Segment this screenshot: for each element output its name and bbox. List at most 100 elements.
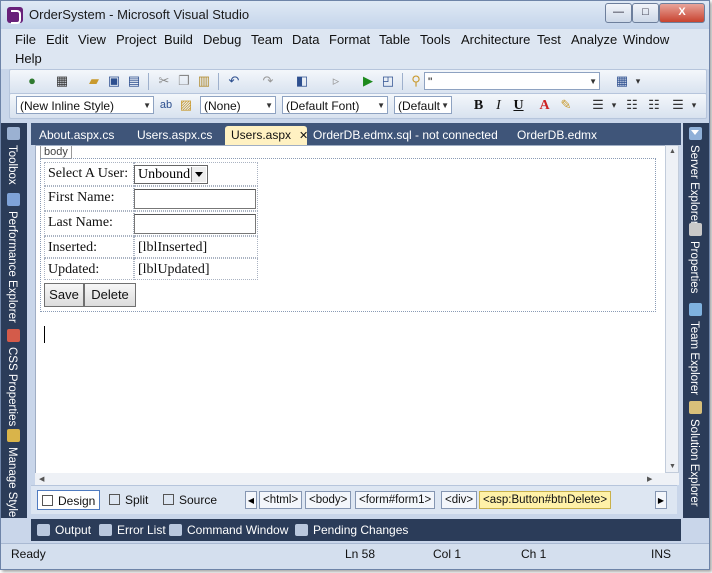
vertical-scrollbar[interactable]: ▲ ▼ xyxy=(665,145,679,473)
font-color-button[interactable]: A xyxy=(536,97,553,114)
numbered-list-icon[interactable]: ☷ xyxy=(646,97,662,113)
design-view-button[interactable]: Design xyxy=(37,490,101,510)
scroll-right-icon[interactable]: ▶ xyxy=(647,475,652,483)
start-debugging-icon[interactable]: ▶ xyxy=(360,73,376,89)
pending-changes-tab[interactable]: Pending Changes xyxy=(295,522,408,538)
font-size-combo[interactable]: (Default ▼ xyxy=(394,96,452,114)
menu-help[interactable]: Help xyxy=(15,51,42,66)
breadcrumb-body[interactable]: <body> xyxy=(305,491,352,509)
toolbar-options-icon[interactable]: ▾ xyxy=(686,97,702,113)
menu-project[interactable]: Project xyxy=(116,32,156,47)
menu-test[interactable]: Test xyxy=(537,32,561,47)
navigate-backward-icon[interactable]: ◧ xyxy=(294,73,310,89)
highlight-icon[interactable]: ✎ xyxy=(558,97,574,113)
save-all-icon[interactable]: ▤ xyxy=(126,73,142,89)
justify-icon[interactable]: ☰ xyxy=(590,97,606,113)
scroll-left-icon[interactable]: ◀ xyxy=(39,475,44,483)
menu-architecture[interactable]: Architecture xyxy=(461,32,530,47)
bold-button[interactable]: B xyxy=(470,97,487,114)
menu-view[interactable]: View xyxy=(78,32,106,47)
italic-button[interactable]: I xyxy=(490,97,507,114)
bulleted-list-icon[interactable]: ☷ xyxy=(624,97,640,113)
tag-nav-right-icon[interactable]: ▶ xyxy=(655,491,667,509)
server-explorer-tab[interactable]: Server Explorer xyxy=(683,127,709,225)
scroll-down-icon[interactable]: ▼ xyxy=(669,463,676,470)
tab-users-aspx-cs[interactable]: Users.aspx.cs xyxy=(137,126,212,145)
design-surface[interactable]: body Select A User: Unbound First Name: … xyxy=(35,145,667,475)
find-combo[interactable]: " ▼ xyxy=(424,72,600,90)
team-explorer-tab[interactable]: Team Explorer xyxy=(683,303,709,399)
close-button[interactable]: X xyxy=(659,3,705,23)
redo-icon[interactable]: ↷ xyxy=(260,73,276,89)
css-properties-tab[interactable]: CSS Properties xyxy=(1,329,27,427)
menu-data[interactable]: Data xyxy=(292,32,319,47)
command-window-tab[interactable]: Command Window xyxy=(169,522,288,538)
manage-style-tab[interactable]: Manage Style xyxy=(1,429,27,517)
error-list-tab[interactable]: Error List xyxy=(99,522,166,538)
open-file-icon[interactable]: ▰ xyxy=(86,73,102,89)
close-tab-icon[interactable]: ✕ xyxy=(299,130,308,142)
menu-bar: File Edit View Project Build Debug Team … xyxy=(1,29,709,69)
delete-button[interactable]: Delete xyxy=(84,283,136,307)
tab-orderdb-edmx-sql[interactable]: OrderDB.edmx.sql - not connected xyxy=(313,126,498,145)
menu-window[interactable]: Window xyxy=(623,32,669,47)
menu-team[interactable]: Team xyxy=(251,32,283,47)
css-properties-tab-label: CSS Properties xyxy=(6,347,18,427)
toolbox-tab[interactable]: Toolbox xyxy=(1,127,27,191)
font-combo-value: (Default Font) xyxy=(286,99,360,113)
apply-style-icon[interactable]: ab xyxy=(158,97,174,113)
tag-nav-left-icon[interactable]: ◀ xyxy=(245,491,257,509)
find-in-files-icon[interactable]: ◰ xyxy=(380,73,396,89)
indent-icon[interactable]: ☰ xyxy=(670,97,686,113)
menu-table[interactable]: Table xyxy=(379,32,410,47)
first-name-field[interactable] xyxy=(134,189,256,209)
tab-about-aspx-cs[interactable]: About.aspx.cs xyxy=(39,126,114,145)
split-view-button[interactable]: Split xyxy=(109,490,148,510)
toolbar-options-icon[interactable]: ▾ xyxy=(630,73,646,89)
target-rule-icon[interactable]: ▨ xyxy=(178,97,194,113)
breadcrumb-btn-delete[interactable]: <asp:Button#btnDelete> xyxy=(479,491,612,509)
save-button[interactable]: Save xyxy=(44,283,84,307)
undo-icon[interactable]: ↶ xyxy=(226,73,242,89)
menu-analyze[interactable]: Analyze xyxy=(571,32,617,47)
cut-icon[interactable]: ✂ xyxy=(156,73,172,89)
menu-tools[interactable]: Tools xyxy=(420,32,450,47)
output-tab[interactable]: Output xyxy=(37,522,91,538)
tab-users-aspx[interactable]: Users.aspx ✕ xyxy=(225,126,308,145)
performance-explorer-tab[interactable]: Performance Explorer xyxy=(1,193,27,329)
properties-tab[interactable]: Properties xyxy=(683,223,709,301)
font-combo[interactable]: (Default Font) ▼ xyxy=(282,96,388,114)
paste-icon[interactable]: ▥ xyxy=(196,73,212,89)
menu-debug[interactable]: Debug xyxy=(203,32,241,47)
justify-dropdown-icon[interactable]: ▾ xyxy=(606,97,622,113)
last-name-field[interactable] xyxy=(134,214,256,234)
class-combo[interactable]: (None) ▼ xyxy=(200,96,276,114)
scroll-up-icon[interactable]: ▲ xyxy=(669,148,676,155)
horizontal-scrollbar[interactable]: ◀ ▶ xyxy=(35,473,679,485)
menu-edit[interactable]: Edit xyxy=(46,32,68,47)
active-files-dropdown-icon[interactable] xyxy=(691,130,699,135)
design-view-label: Design xyxy=(58,494,96,508)
solution-explorer-icon[interactable]: ▦ xyxy=(614,73,630,89)
menu-build[interactable]: Build xyxy=(164,32,193,47)
tab-orderdb-edmx[interactable]: OrderDB.edmx xyxy=(517,126,597,145)
maximize-button[interactable]: □ xyxy=(632,3,659,23)
solution-explorer-tab[interactable]: Solution Explorer xyxy=(683,401,709,513)
breadcrumb-div[interactable]: <div> xyxy=(441,491,478,509)
breadcrumb-html[interactable]: <html> xyxy=(259,491,303,509)
style-combo[interactable]: (New Inline Style) ▼ xyxy=(16,96,154,114)
copy-icon[interactable]: ❐ xyxy=(176,73,192,89)
add-new-project-icon[interactable]: ● xyxy=(24,73,40,89)
menu-file[interactable]: File xyxy=(15,32,36,47)
breadcrumb-form[interactable]: <form#form1> xyxy=(355,491,436,509)
menu-format[interactable]: Format xyxy=(329,32,370,47)
source-view-button[interactable]: Source xyxy=(163,490,217,510)
save-icon[interactable]: ▣ xyxy=(106,73,122,89)
add-new-item-icon[interactable]: ▦ xyxy=(54,73,70,89)
user-dropdown[interactable]: Unbound xyxy=(134,165,208,184)
find-icon[interactable]: ⚲ xyxy=(408,73,424,89)
navigate-forward-icon[interactable]: ▹ xyxy=(328,73,344,89)
minimize-button[interactable]: — xyxy=(605,3,632,23)
inserted-value: [lblInserted] xyxy=(134,236,258,258)
underline-button[interactable]: U xyxy=(510,97,527,114)
